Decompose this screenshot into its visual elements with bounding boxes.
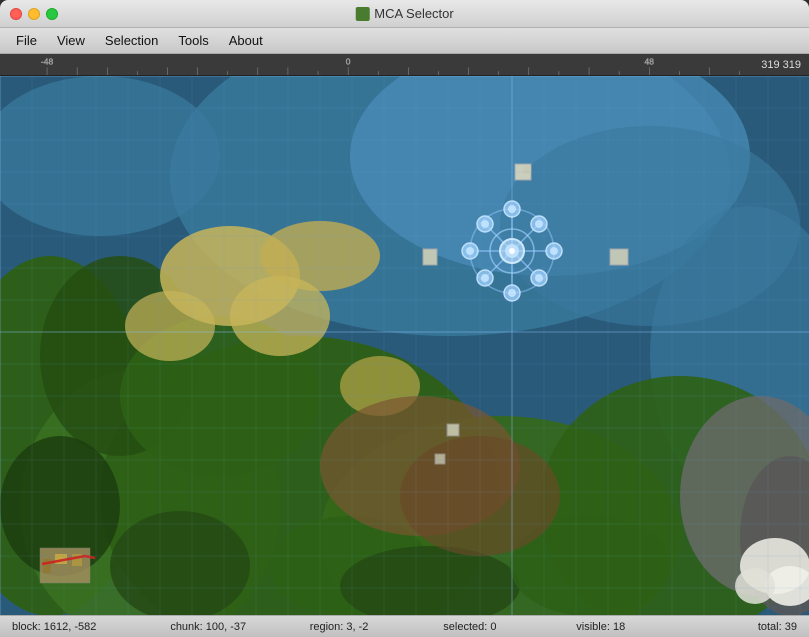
title-text: MCA Selector <box>374 6 453 21</box>
window-title: MCA Selector <box>355 6 453 21</box>
toolbar: -64 -48 0 <box>0 54 809 76</box>
title-bar: MCA Selector <box>0 0 809 28</box>
status-bar: block: 1612, -582 chunk: 100, -37 region… <box>0 615 809 637</box>
map-area[interactable] <box>0 76 809 615</box>
ruler-svg: -48 0 48 <box>0 54 761 75</box>
menu-about[interactable]: About <box>221 31 271 50</box>
toolbar-coords-right: 319 319 <box>761 59 809 71</box>
menu-selection[interactable]: Selection <box>97 31 166 50</box>
menu-file[interactable]: File <box>8 31 45 50</box>
traffic-lights <box>0 8 58 20</box>
app-icon <box>355 7 369 21</box>
terrain-overlay <box>0 76 809 615</box>
menu-bar: File View Selection Tools About <box>0 28 809 54</box>
menu-tools[interactable]: Tools <box>170 31 216 50</box>
close-button[interactable] <box>10 8 22 20</box>
svg-text:0: 0 <box>346 56 351 66</box>
minimize-button[interactable] <box>28 8 40 20</box>
svg-text:-48: -48 <box>41 56 53 66</box>
svg-text:48: 48 <box>645 56 655 66</box>
maximize-button[interactable] <box>46 8 58 20</box>
ruler: -48 0 48 <box>0 54 761 75</box>
menu-view[interactable]: View <box>49 31 93 50</box>
